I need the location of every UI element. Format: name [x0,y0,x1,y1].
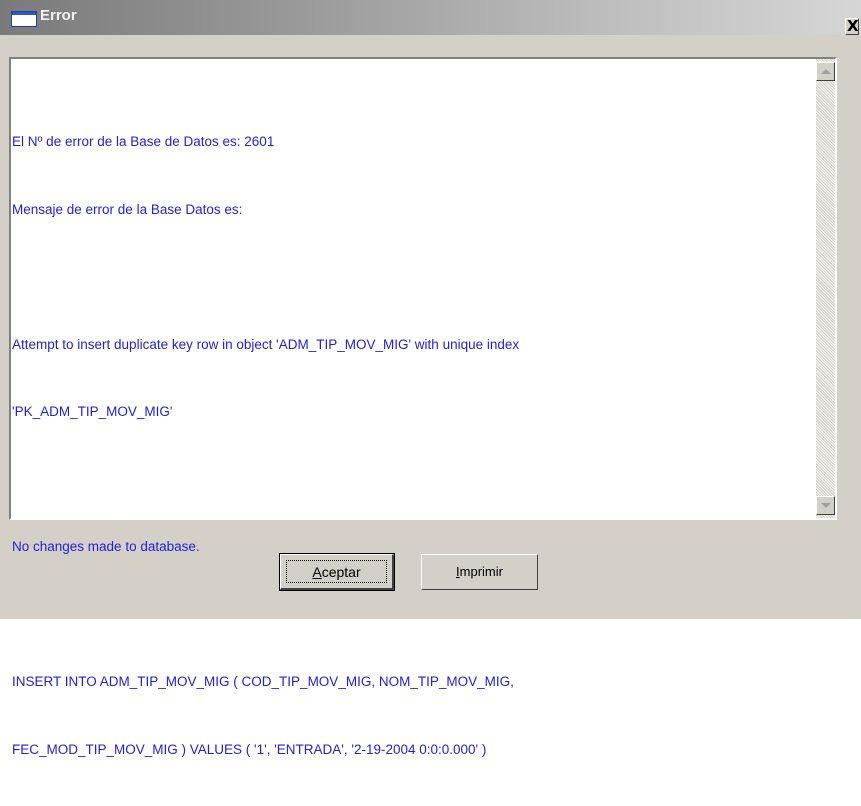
scroll-up-arrow-icon [821,69,831,74]
error-message-textarea[interactable]: El Nº de error de la Base de Datos es: 2… [9,57,837,757]
print-button[interactable]: Imprimir [421,554,538,590]
error-message-text: El Nº de error de la Base de Datos es: 2… [12,86,807,806]
scroll-down-arrow-icon [821,503,831,508]
scroll-down-button[interactable] [816,496,835,515]
accept-button-label: Aceptar [312,564,361,580]
duplicate-key-line: Attempt to insert duplicate key row in o… [12,336,520,352]
index-name-line: 'PK_ADM_TIP_MOV_MIG' [12,404,173,419]
vertical-scrollbar[interactable] [816,59,835,518]
close-icon: X [847,17,859,35]
sql-statement-line-1: INSERT INTO ADM_TIP_MOV_MIG ( COD_TIP_MO… [12,674,514,689]
close-button[interactable]: X [845,17,859,35]
error-number-line: El Nº de error de la Base de Datos es: 2… [12,134,275,149]
scroll-up-button[interactable] [816,62,835,81]
error-message-header-line: Mensaje de error de la Base Datos es: [12,201,243,217]
no-changes-line: No changes made to database. [12,539,200,554]
dialog-title: Error [40,7,77,24]
window-app-icon [11,11,37,27]
print-button-label: Imprimir [456,564,503,579]
accept-button[interactable]: Aceptar [279,553,395,591]
error-dialog: Error X El Nº de error de la Base de Dat… [0,0,861,757]
title-bar[interactable]: Error X [0,0,861,35]
sql-statement-line-2: FEC_MOD_TIP_MOV_MIG ) VALUES ( '1', 'ENT… [12,741,487,757]
